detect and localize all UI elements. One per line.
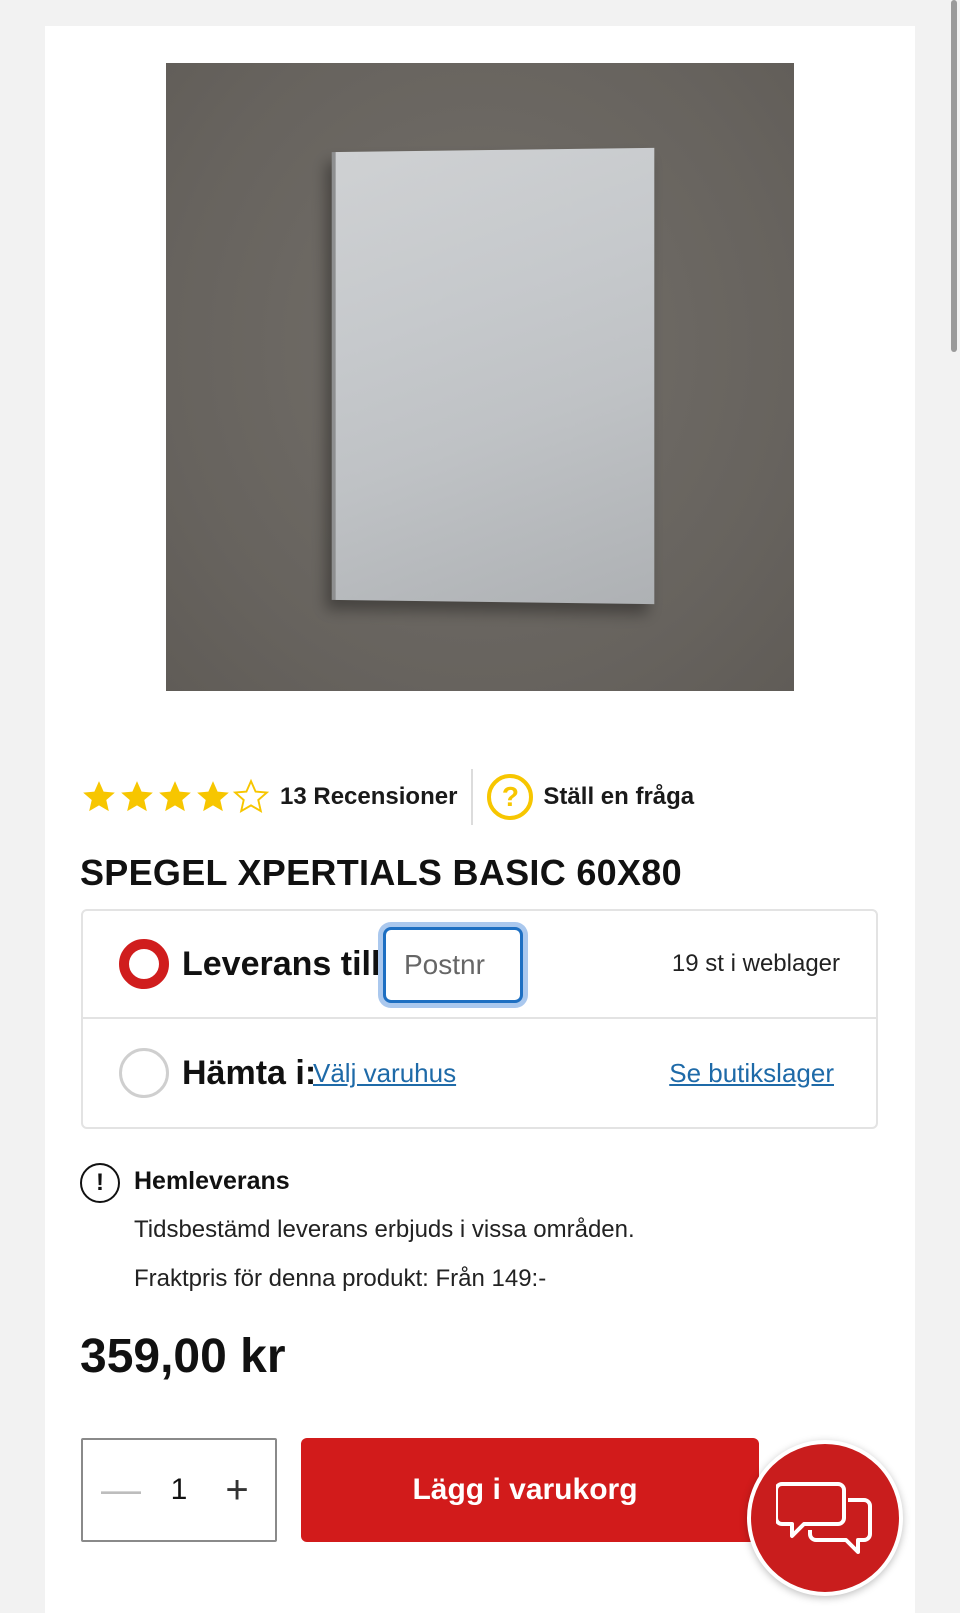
pickup-label: Hämta i: xyxy=(182,1053,317,1092)
delivery-option-ship[interactable]: Leverans till: 19 st i weblager xyxy=(83,911,876,1019)
radio-ship-selected[interactable] xyxy=(119,939,169,989)
quantity-value[interactable]: 1 xyxy=(171,1473,188,1507)
page-scrollbar[interactable] xyxy=(951,0,957,352)
home-delivery-title: Hemleverans xyxy=(134,1167,290,1195)
web-stock-text: 19 st i weblager xyxy=(671,950,840,977)
product-title: SPEGEL XPERTIALS BASIC 60X80 xyxy=(80,852,682,893)
rating-row: 13 Recensioner ? Ställ en fråga xyxy=(80,769,694,825)
delivery-option-pickup[interactable]: Hämta i: Välj varuhus Se butikslager xyxy=(83,1019,876,1127)
info-exclamation-icon: ! xyxy=(80,1163,120,1203)
home-delivery-text: Tidsbestämd leverans erbjuds i vissa omr… xyxy=(134,1216,635,1243)
quantity-stepper: — 1 + xyxy=(81,1438,277,1542)
delivery-options: Leverans till: 19 st i weblager Hämta i:… xyxy=(81,909,878,1129)
star-icon-filled xyxy=(121,781,153,812)
radio-pickup[interactable] xyxy=(119,1048,169,1098)
divider xyxy=(471,769,474,825)
ask-question-link[interactable]: Ställ en fråga xyxy=(543,783,694,811)
star-rating[interactable] xyxy=(80,778,270,816)
product-price: 359,00 kr xyxy=(80,1330,286,1383)
question-icon[interactable]: ? xyxy=(487,774,534,820)
ship-label: Leverans till: xyxy=(182,944,392,983)
star-icon-filled xyxy=(159,781,191,812)
product-card: 13 Recensioner ? Ställ en fråga SPEGEL X… xyxy=(45,26,915,1613)
shipping-price-text: Fraktpris för denna produkt: Från 149:- xyxy=(134,1265,547,1292)
star-icon-filled xyxy=(197,781,229,812)
choose-store-link[interactable]: Välj varuhus xyxy=(313,1058,456,1089)
increase-quantity-button[interactable]: + xyxy=(217,1470,257,1510)
chat-button[interactable] xyxy=(747,1440,903,1596)
star-icon-filled xyxy=(83,781,115,812)
store-stock-link[interactable]: Se butikslager xyxy=(669,1058,834,1089)
postcode-input[interactable] xyxy=(383,927,523,1003)
star-icon-empty xyxy=(232,778,270,814)
decrease-quantity-button[interactable]: — xyxy=(101,1470,141,1510)
product-image[interactable] xyxy=(166,63,794,691)
add-to-cart-button[interactable]: Lägg i varukorg xyxy=(301,1438,759,1542)
mirror-illustration xyxy=(331,147,655,605)
chat-bubbles-icon xyxy=(776,1482,872,1554)
reviews-link[interactable]: 13 Recensioner xyxy=(280,783,457,811)
